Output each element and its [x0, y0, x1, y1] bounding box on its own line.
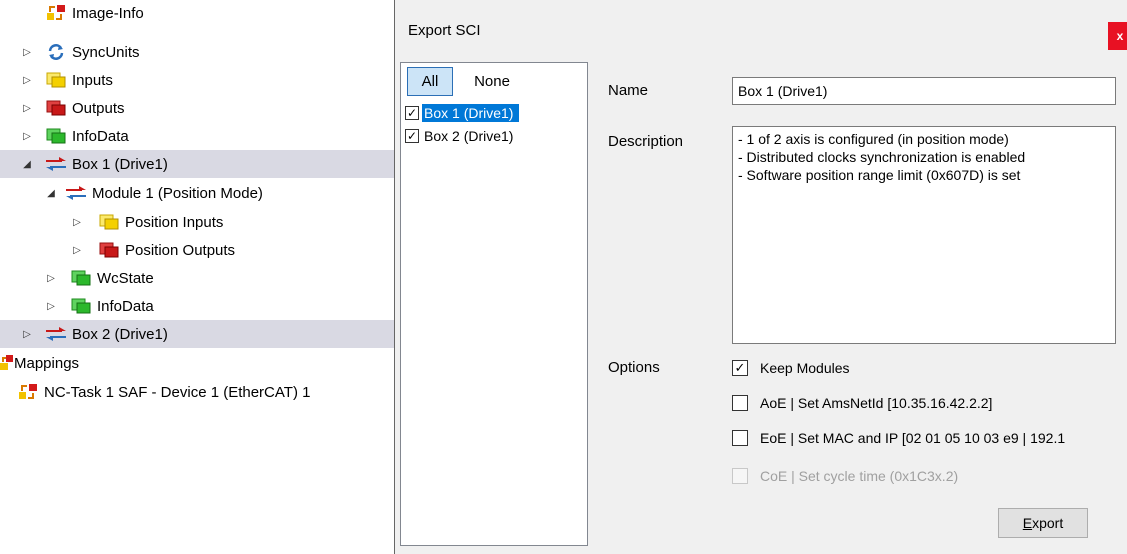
expand-arrow-icon[interactable]: ▷ [20, 38, 34, 66]
tree-item-mappings[interactable]: Mappings [0, 349, 394, 377]
export-button[interactable]: Export [998, 508, 1088, 538]
wcstate-icon [70, 268, 92, 288]
tree-item-label: SyncUnits [72, 43, 140, 61]
expand-arrow-icon[interactable]: ▷ [70, 236, 84, 264]
option-label: AoE | Set AmsNetId [10.35.16.42.2.2] [760, 395, 993, 411]
tree-item-label: InfoData [72, 127, 129, 145]
image-info-icon [45, 3, 67, 23]
tree-item-wcstate[interactable]: ▷ WcState [0, 264, 394, 292]
inputs-icon [45, 70, 67, 90]
box-icon [45, 324, 67, 344]
tree-item-image-info[interactable]: Image-Info [0, 0, 394, 27]
list-item-box-1[interactable]: ✓ Box 1 (Drive1) [405, 103, 520, 123]
checkbox-unchecked-icon[interactable] [732, 395, 748, 411]
tree-item-label: Mappings [14, 354, 80, 372]
tree-item-box-1[interactable]: ◢ Box 1 (Drive1) [0, 150, 394, 178]
tree-item-inputs[interactable]: ▷ Inputs [0, 66, 394, 94]
mappings-icon [0, 353, 14, 373]
list-item-label: Box 1 (Drive1) [422, 104, 520, 122]
option-keep-modules[interactable]: ✓ Keep Modules [732, 357, 850, 379]
checkbox-unchecked-icon[interactable] [732, 430, 748, 446]
description-line: - Software position range limit (0x607D)… [738, 167, 1021, 183]
option-eoe-set-mac-ip[interactable]: EoE | Set MAC and IP [02 01 05 10 03 e9 … [732, 427, 1065, 449]
expand-arrow-icon[interactable]: ▷ [20, 94, 34, 122]
export-sci-dialog: Export SCI x All None ✓ Box 1 (Drive1) ✓… [394, 0, 1127, 554]
expand-arrow-icon[interactable]: ▷ [20, 66, 34, 94]
name-label: Name [608, 82, 649, 99]
tree-item-label: Position Outputs [125, 241, 236, 259]
select-all-toggle[interactable]: All [407, 67, 453, 96]
expand-arrow-icon[interactable]: ▷ [20, 320, 34, 348]
tree-item-label: Position Inputs [125, 213, 224, 231]
export-mnemonic: E [1022, 515, 1033, 531]
project-tree: Image-Info ▷ SyncUnits ▷ Inputs ▷ Output… [0, 0, 394, 554]
select-none-toggle[interactable]: None [459, 67, 525, 96]
tree-item-label: Box 1 (Drive1) [72, 155, 168, 173]
mapping-entry-icon [17, 382, 39, 402]
tree-item-label: Box 2 (Drive1) [72, 325, 168, 343]
collapse-arrow-icon[interactable]: ◢ [20, 150, 34, 178]
tree-item-box-2[interactable]: ▷ Box 2 (Drive1) [0, 320, 394, 348]
tree-item-label: NC-Task 1 SAF - Device 1 (EtherCAT) 1 [44, 383, 311, 401]
description-field[interactable]: - 1 of 2 axis is configured (in position… [732, 126, 1116, 344]
collapse-arrow-icon[interactable]: ◢ [44, 179, 58, 207]
tree-item-module-1[interactable]: ◢ Module 1 (Position Mode) [0, 179, 394, 207]
expand-arrow-icon[interactable]: ▷ [70, 208, 84, 236]
tree-item-position-inputs[interactable]: ▷ Position Inputs [0, 208, 394, 236]
option-label: CoE | Set cycle time (0x1C3x.2) [760, 468, 959, 484]
checkbox-checked-icon[interactable]: ✓ [405, 129, 419, 143]
close-button[interactable]: x [1108, 22, 1127, 50]
tree-item-syncunits[interactable]: ▷ SyncUnits [0, 38, 394, 66]
module-icon [65, 183, 87, 203]
list-item-label: Box 2 (Drive1) [424, 128, 514, 144]
description-line: - Distributed clocks synchronization is … [738, 149, 1026, 165]
options-label: Options [608, 359, 660, 376]
box-list-panel: All None ✓ Box 1 (Drive1) ✓ Box 2 (Drive… [400, 62, 588, 546]
list-item-box-2[interactable]: ✓ Box 2 (Drive1) [405, 126, 519, 146]
checkbox-checked-icon[interactable]: ✓ [405, 106, 419, 120]
tree-item-infodata[interactable]: ▷ InfoData [0, 122, 394, 150]
description-line: - 1 of 2 axis is configured (in position… [738, 131, 1009, 147]
outputs-icon [98, 240, 120, 260]
name-field[interactable]: Box 1 (Drive1) [732, 77, 1116, 105]
tree-item-label: Image-Info [72, 4, 144, 22]
checkbox-checked-icon[interactable]: ✓ [732, 360, 748, 376]
inputs-icon [98, 212, 120, 232]
tree-item-infodata-2[interactable]: ▷ InfoData [0, 292, 394, 320]
infodata-icon [45, 126, 67, 146]
description-label: Description [608, 133, 684, 150]
tree-item-label: Inputs [72, 71, 113, 89]
expand-arrow-icon[interactable]: ▷ [20, 122, 34, 150]
expand-arrow-icon[interactable]: ▷ [44, 292, 58, 320]
tree-item-nc-task-mapping[interactable]: NC-Task 1 SAF - Device 1 (EtherCAT) 1 [0, 378, 394, 406]
option-label: Keep Modules [760, 360, 850, 376]
box-icon [45, 154, 67, 174]
option-aoe-set-amsnetid[interactable]: AoE | Set AmsNetId [10.35.16.42.2.2] [732, 392, 992, 414]
tree-item-outputs[interactable]: ▷ Outputs [0, 94, 394, 122]
checkbox-disabled-icon [732, 468, 748, 484]
expand-arrow-icon[interactable]: ▷ [44, 264, 58, 292]
infodata-icon [70, 296, 92, 316]
option-label: EoE | Set MAC and IP [02 01 05 10 03 e9 … [760, 430, 1066, 446]
tree-item-position-outputs[interactable]: ▷ Position Outputs [0, 236, 394, 264]
sync-units-icon [45, 42, 67, 62]
dialog-title: Export SCI [408, 22, 481, 39]
export-label: xport [1032, 515, 1064, 531]
option-coe-set-cycle-time: CoE | Set cycle time (0x1C3x.2) [732, 465, 958, 487]
tree-item-label: WcState [97, 269, 154, 287]
tree-item-label: Module 1 (Position Mode) [92, 184, 263, 202]
outputs-icon [45, 98, 67, 118]
tree-item-label: Outputs [72, 99, 125, 117]
tree-item-label: InfoData [97, 297, 154, 315]
